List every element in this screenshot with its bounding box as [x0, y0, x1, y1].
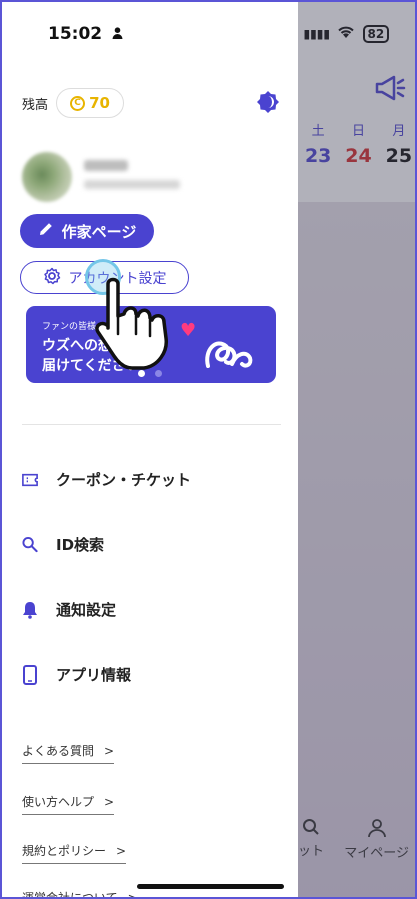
link-terms-policy[interactable]: 規約とポリシー > [22, 842, 127, 864]
home-indicator[interactable] [137, 884, 284, 889]
link-faq[interactable]: よくある質問 > [22, 742, 115, 764]
theme-toggle-icon[interactable] [256, 90, 280, 114]
app-frame: ▮▮▮▮ 82 土 23 日 24 月 25 ット マイページ 15:02 残高… [0, 0, 417, 899]
menu-item-label: 通知設定 [56, 601, 117, 619]
link-label: よくある質問 [22, 744, 95, 758]
search-icon [22, 536, 38, 554]
status-time: 15:02 [48, 24, 123, 44]
pencil-icon [38, 221, 54, 241]
menu-item-label: ID検索 [56, 536, 105, 554]
coin-balance[interactable]: C 70 [56, 88, 124, 118]
person-icon [112, 27, 123, 42]
phone-icon [22, 664, 38, 685]
dim-overlay[interactable] [298, 2, 415, 897]
menu-item-label: クーポン・チケット [56, 471, 192, 489]
menu-item-app-info[interactable]: アプリ情報 [22, 664, 131, 685]
heart-icon: ♥ [180, 320, 197, 341]
ticket-icon [22, 471, 38, 489]
divider [22, 424, 281, 425]
menu-item-notification-settings[interactable]: 通知設定 [22, 599, 116, 620]
status-time-text: 15:02 [48, 24, 103, 44]
coin-amount: 70 [89, 94, 110, 112]
menu-item-coupon-ticket[interactable]: クーポン・チケット [22, 469, 191, 490]
brand-logo-icon [202, 332, 262, 372]
creator-page-label: 作家ページ [61, 222, 137, 241]
link-label: 運営会社について [22, 891, 118, 899]
user-name-blurred [84, 160, 128, 171]
link-label: 使い方ヘルプ [22, 795, 95, 809]
banner-caption: ファンの皆様 [42, 322, 97, 332]
chevron-right-icon: > [116, 844, 127, 858]
bell-icon [22, 601, 38, 619]
creator-page-button[interactable]: 作家ページ [20, 214, 154, 248]
menu-item-label: アプリ情報 [56, 666, 132, 684]
chevron-right-icon: > [104, 744, 115, 758]
menu-item-id-search[interactable]: ID検索 [22, 534, 104, 555]
pointing-hand-icon [94, 276, 174, 372]
link-usage-help[interactable]: 使い方ヘルプ > [22, 793, 115, 815]
gear-icon [43, 267, 61, 289]
link-company-info[interactable]: 運営会社について > [22, 889, 138, 899]
avatar[interactable] [22, 152, 72, 202]
coin-icon: C [70, 95, 86, 111]
chevron-right-icon: > [104, 795, 115, 809]
user-id-blurred [84, 180, 180, 189]
chevron-right-icon: > [127, 891, 138, 899]
link-label: 規約とポリシー [22, 844, 107, 858]
side-drawer: 15:02 残高 C 70 作家ページ アカウント設定 ファンの皆様 ウズへの想… [2, 2, 298, 899]
balance-label: 残高 [22, 98, 49, 113]
